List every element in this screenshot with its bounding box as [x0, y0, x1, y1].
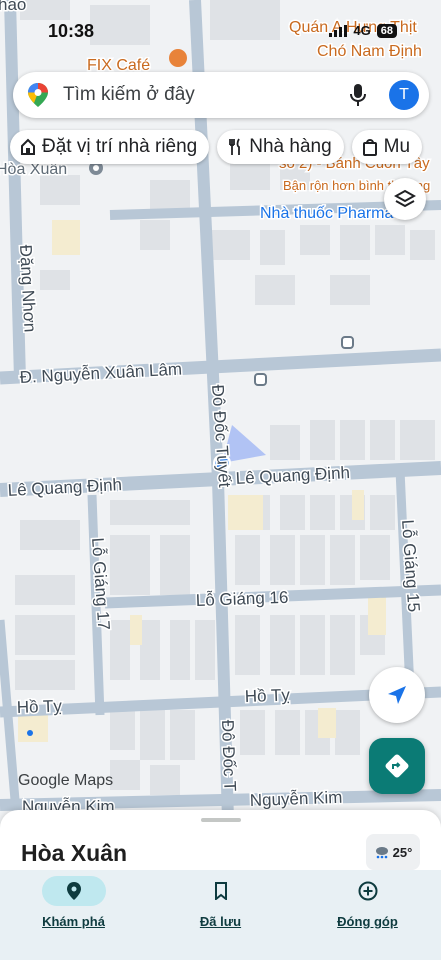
directions-button[interactable] [369, 738, 425, 794]
street-label-ho-ty: Hồ Tỵ [16, 696, 62, 717]
street-label-lo-giang-16: Lỗ Giáng 16 [195, 588, 288, 610]
home-icon [21, 138, 35, 155]
chip-set-home[interactable]: Đặt vị trí nhà riêng [10, 130, 210, 164]
microphone-icon[interactable] [349, 83, 367, 107]
battery-icon: 68 [376, 23, 397, 38]
sheet-title: Hòa Xuân [21, 840, 128, 866]
bottom-navigation: Khám phá Đã lưu Đóng góp [0, 870, 441, 960]
nav-saved-pill [189, 876, 253, 906]
street-label-nguyen-kim: Nguyễn Kim [249, 788, 342, 810]
nav-contribute-pill [336, 876, 400, 906]
rain-cloud-icon [375, 847, 388, 859]
nav-label: Đóng góp [337, 914, 398, 929]
google-maps-logo: Google Maps [18, 772, 114, 789]
nav-label: Khám phá [42, 914, 105, 929]
nav-contribute[interactable]: Đóng góp [294, 870, 441, 960]
chip-label: Đặt vị trí nhà riêng [42, 136, 198, 157]
status-time: 10:38 [48, 21, 95, 41]
layers-button[interactable] [384, 178, 426, 220]
street-label-partial: hao [0, 0, 26, 14]
nav-saved[interactable]: Đã lưu [147, 870, 294, 960]
nav-label: Đã lưu [199, 914, 242, 929]
street-label-ho-ty: Hồ Tỵ [244, 685, 290, 706]
explore-pin-icon [66, 882, 81, 900]
my-location-button[interactable] [369, 667, 425, 723]
poi-label-cho-nam-dinh: Chó Nam Định [317, 43, 422, 60]
account-avatar[interactable]: T [389, 80, 419, 110]
poi-label-nha-thuoc: Nhà thuốc Pharmaci [260, 205, 405, 222]
network-type: 4G [353, 23, 371, 38]
add-circle-icon [358, 881, 377, 901]
navigation-arrow-icon [388, 686, 406, 704]
restaurant-icon [229, 138, 241, 155]
chip-label: Mu [383, 136, 411, 157]
category-chips: Đặt vị trí nhà riêng Nhà hàng Mu [10, 130, 423, 164]
chip-restaurants[interactable]: Nhà hàng [217, 130, 344, 164]
directions-icon [385, 754, 409, 778]
bus-stop-icon[interactable] [254, 373, 267, 386]
cafe-icon[interactable] [169, 49, 187, 67]
signal-icon [329, 24, 348, 37]
nav-explore-pill [41, 876, 106, 906]
bookmark-icon [214, 882, 227, 900]
bus-stop-icon[interactable] [341, 336, 354, 349]
chip-label: Nhà hàng [249, 136, 332, 157]
google-maps-pin-icon [28, 83, 48, 107]
layers-icon [394, 189, 416, 208]
weather-temperature: 25° [392, 844, 413, 860]
weather-chip[interactable]: 25° [366, 834, 420, 870]
nav-explore[interactable]: Khám phá [0, 870, 147, 960]
shopping-bag-icon [362, 139, 377, 156]
chip-shopping[interactable]: Mu [351, 130, 423, 164]
search-bar[interactable]: Tìm kiếm ở đây T [13, 72, 429, 118]
street-label-do-doc-t: Đô Đốc T [218, 719, 239, 791]
poi-marker-icon[interactable] [27, 730, 33, 736]
search-input[interactable]: Tìm kiếm ở đây [63, 84, 349, 106]
sheet-drag-handle[interactable] [201, 818, 241, 822]
status-indicators: 4G 68 [329, 23, 397, 38]
